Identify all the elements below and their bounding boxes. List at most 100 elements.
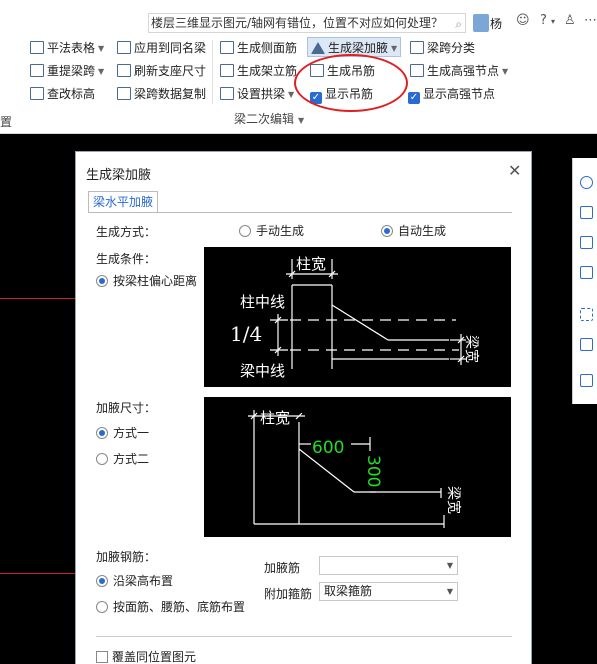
help-icon[interactable]: ? bbox=[540, 13, 547, 28]
apply-same-name-button[interactable]: 应用到同名梁 bbox=[117, 38, 206, 58]
beam-width-text: 梁宽 bbox=[463, 335, 480, 363]
refresh-icon bbox=[117, 64, 131, 77]
cover-same-position-checkbox[interactable]: 覆盖同位置图元 bbox=[96, 648, 196, 664]
chevron-down-icon: ▼ bbox=[391, 44, 398, 53]
node-icon bbox=[410, 64, 424, 77]
radio-off-icon bbox=[96, 453, 108, 465]
haunch-bar-label: 加腋筋 bbox=[264, 561, 301, 575]
edit-elevation-button[interactable]: 查改标高 bbox=[30, 84, 95, 104]
chevron-down-icon[interactable]: ▼ bbox=[298, 116, 304, 125]
col-width-text: 柱宽 bbox=[260, 409, 290, 427]
tab-horizontal-haunch[interactable]: 梁水平加腋 bbox=[88, 191, 159, 213]
radio-size-mode-1[interactable]: 方式一 bbox=[96, 424, 149, 441]
help-search-input[interactable]: 楼层三维显示图元/轴网有错位，位置不对应如何处理？ ⌕ bbox=[148, 13, 466, 33]
view-toolbar bbox=[572, 158, 597, 404]
span-icon bbox=[30, 64, 44, 77]
elevation-icon bbox=[30, 87, 44, 100]
help-search-text: 楼层三维显示图元/轴网有错位，位置不对应如何处理？ bbox=[151, 16, 444, 30]
divider bbox=[212, 40, 213, 104]
hanger-icon bbox=[310, 64, 324, 77]
checkbox-checked-icon: ✓ bbox=[310, 92, 322, 104]
stirrup-select[interactable]: 取梁箍筋 ▼ bbox=[319, 582, 458, 601]
beam-center-text: 梁中线 bbox=[240, 362, 285, 380]
chevron-down-icon: ▼ bbox=[98, 67, 105, 76]
classify-icon bbox=[410, 41, 424, 54]
select-region-icon[interactable] bbox=[580, 308, 593, 321]
divider bbox=[96, 636, 512, 637]
gen-erect-bar-button[interactable]: 生成架立筋 bbox=[220, 61, 297, 81]
radio-rebar-by-position[interactable]: 按面筋、腰筋、底筋布置 bbox=[96, 598, 245, 615]
cube-icon[interactable] bbox=[580, 236, 593, 249]
radio-size-mode-2[interactable]: 方式二 bbox=[96, 450, 149, 467]
tab-divider bbox=[88, 212, 512, 213]
refresh-support-button[interactable]: 刷新支座尺寸 bbox=[117, 61, 206, 81]
chevron-down-icon: ▼ bbox=[98, 44, 105, 53]
rotate-icon[interactable] bbox=[580, 176, 593, 189]
haunch-depth-text: 300 bbox=[363, 455, 383, 487]
radio-off-icon bbox=[96, 601, 108, 613]
radio-on-icon bbox=[96, 275, 108, 287]
beam-width-text: 梁宽 bbox=[445, 486, 462, 514]
avatar[interactable] bbox=[473, 14, 489, 32]
chevron-down-icon: ▼ bbox=[446, 587, 453, 596]
show-hanger-bar-checkbox[interactable]: ✓ 显示吊筋 bbox=[310, 84, 373, 104]
stirrup-label: 附加箍筋 bbox=[264, 587, 313, 601]
radio-eccentric-distance[interactable]: 按梁柱偏心距离 bbox=[96, 272, 197, 289]
chevron-down-icon: ▼ bbox=[502, 67, 509, 76]
chevron-down-icon: ▼ bbox=[288, 90, 295, 99]
user-name[interactable]: 杨 bbox=[490, 15, 502, 32]
col-center-text: 柱中线 bbox=[240, 293, 285, 311]
col-width-text: 柱宽 bbox=[296, 255, 326, 273]
chat-icon[interactable]: ☺ bbox=[516, 13, 530, 28]
checkbox-checked-icon: ✓ bbox=[408, 92, 420, 104]
set-arch-beam-button[interactable]: 设置拱梁 ▼ bbox=[220, 84, 294, 104]
radio-manual-gen[interactable]: 手动生成 bbox=[239, 222, 304, 239]
more-icon[interactable]: ⋯ bbox=[584, 13, 597, 28]
apply-icon bbox=[117, 41, 131, 54]
chevron-down-icon[interactable]: ▾ bbox=[551, 17, 555, 26]
rebar-label: 加腋钢筋： bbox=[96, 550, 157, 564]
gen-high-strength-node-button[interactable]: 生成高强节点 ▼ bbox=[410, 61, 508, 81]
ribbon-group-label-left: 置 bbox=[0, 115, 13, 129]
iso-view-icon[interactable] bbox=[580, 338, 593, 351]
box-icon[interactable] bbox=[580, 266, 593, 279]
copy-icon bbox=[117, 87, 131, 100]
side-bar-icon bbox=[220, 41, 234, 54]
span-classify-button[interactable]: 梁跨分类 bbox=[410, 38, 475, 58]
haunch-bar-select[interactable]: ▼ bbox=[319, 556, 458, 575]
show-high-strength-node-checkbox[interactable]: ✓ 显示高强节点 bbox=[408, 84, 495, 104]
grid-table-button[interactable]: 平法表格 ▼ bbox=[30, 38, 104, 58]
title-bar: 楼层三维显示图元/轴网有错位，位置不对应如何处理？ ⌕ 杨 ☺ ? ▾ ♙ ⋯ bbox=[0, 0, 597, 38]
size-label: 加腋尺寸： bbox=[96, 401, 157, 415]
eccentric-diagram-drawing: 柱宽 柱中线 1/4 梁中线 梁宽 bbox=[230, 255, 480, 380]
shirt-icon[interactable]: ♙ bbox=[564, 13, 576, 28]
radio-auto-gen[interactable]: 自动生成 bbox=[381, 222, 446, 239]
copy-span-data-button[interactable]: 梁跨数据复制 bbox=[117, 84, 206, 104]
fraction-text: 1/4 bbox=[230, 322, 262, 346]
radio-rebar-along-height[interactable]: 沿梁高布置 bbox=[96, 572, 173, 589]
haunch-length-text: 600 bbox=[312, 438, 344, 458]
reextract-span-button[interactable]: 重提梁跨 ▼ bbox=[30, 61, 104, 81]
gen-beam-haunch-button[interactable]: 生成梁加腋 ▼ bbox=[307, 37, 402, 57]
ribbon-group-label: 梁二次编辑 ▼ bbox=[234, 112, 305, 126]
ribbon-toolbar: 平法表格 ▼ 重提梁跨 ▼ 查改标高 应用到同名梁 刷新支座尺寸 梁跨数据复制 生成… bbox=[0, 37, 597, 134]
radio-on-icon bbox=[381, 225, 393, 237]
table-icon bbox=[30, 41, 44, 54]
properties-icon[interactable] bbox=[580, 374, 593, 387]
haunch-size-diagram-drawing: 柱宽 600 300 梁宽 bbox=[248, 409, 462, 528]
gen-hanger-bar-button[interactable]: 生成吊筋 bbox=[310, 61, 375, 81]
dialog-title: 生成梁加腋 bbox=[86, 168, 152, 183]
close-icon[interactable]: ✕ bbox=[508, 161, 521, 180]
gen-method-label: 生成方式： bbox=[96, 225, 157, 239]
erect-bar-icon bbox=[220, 64, 234, 77]
haunch-icon bbox=[311, 42, 325, 54]
gen-cond-label: 生成条件： bbox=[96, 252, 157, 266]
search-icon[interactable]: ⌕ bbox=[455, 15, 462, 32]
3d-view-icon[interactable] bbox=[580, 206, 593, 219]
haunch-size-diagram: 柱宽 600 300 梁宽 bbox=[204, 397, 511, 537]
checkbox-icon bbox=[96, 651, 108, 663]
axis-line bbox=[0, 298, 76, 299]
gen-side-bar-button[interactable]: 生成侧面筋 bbox=[220, 38, 297, 58]
radio-on-icon bbox=[96, 575, 108, 587]
arch-icon bbox=[220, 87, 234, 100]
